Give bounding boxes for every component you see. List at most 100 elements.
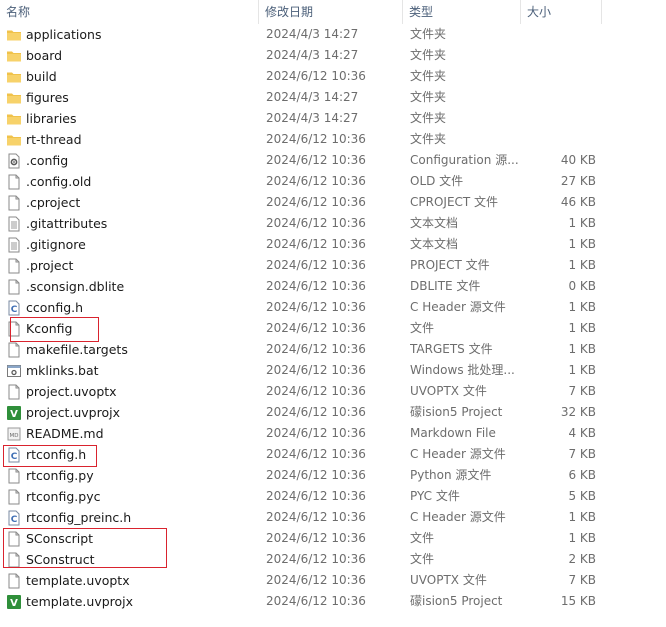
file-name: applications bbox=[26, 27, 102, 42]
file-name: figures bbox=[26, 90, 69, 105]
c-header-icon: C bbox=[6, 447, 22, 463]
file-row[interactable]: .config 2024/6/12 10:36 Configuration 源...… bbox=[0, 150, 666, 171]
file-size bbox=[520, 66, 596, 87]
file-name: project.uvoptx bbox=[26, 384, 117, 399]
folder-icon bbox=[6, 69, 22, 85]
file-row[interactable]: Vtemplate.uvprojx 2024/6/12 10:36 礞ision5 … bbox=[0, 591, 666, 612]
file-row[interactable]: .gitignore 2024/6/12 10:36 文本文档 1 KB bbox=[0, 234, 666, 255]
file-type: 文件 bbox=[410, 321, 435, 335]
file-modified-date: 2024/6/12 10:36 bbox=[266, 195, 366, 209]
file-type: C Header 源文件 bbox=[410, 300, 506, 314]
file-icon bbox=[6, 531, 22, 547]
file-type: C Header 源文件 bbox=[410, 447, 506, 461]
file-row[interactable]: SConstruct 2024/6/12 10:36 文件 2 KB bbox=[0, 549, 666, 570]
file-name: .gitignore bbox=[26, 237, 86, 252]
file-size: 7 KB bbox=[568, 384, 596, 398]
file-row[interactable]: figures 2024/4/3 14:27 文件夹 bbox=[0, 87, 666, 108]
file-type: UVOPTX 文件 bbox=[410, 384, 487, 398]
batch-file-icon bbox=[6, 363, 22, 379]
file-name: rt-thread bbox=[26, 132, 82, 147]
file-size: 27 KB bbox=[560, 174, 596, 188]
file-row[interactable]: SConscript 2024/6/12 10:36 文件 1 KB bbox=[0, 528, 666, 549]
file-icon bbox=[6, 342, 22, 358]
file-icon bbox=[6, 258, 22, 274]
svg-text:C: C bbox=[11, 305, 18, 315]
file-row[interactable]: .project 2024/6/12 10:36 PROJECT 文件 1 KB bbox=[0, 255, 666, 276]
file-icon bbox=[6, 489, 22, 505]
file-row[interactable]: Crtconfig.h 2024/6/12 10:36 C Header 源文件 7 … bbox=[0, 444, 666, 465]
column-header-size[interactable]: 大小 bbox=[521, 0, 601, 24]
file-name: README.md bbox=[26, 426, 104, 441]
file-size: 1 KB bbox=[568, 300, 596, 314]
file-row[interactable]: rtconfig.py 2024/6/12 10:36 Python 源文件 6 KB bbox=[0, 465, 666, 486]
file-type: Markdown File bbox=[410, 426, 496, 440]
file-row[interactable]: project.uvoptx 2024/6/12 10:36 UVOPTX 文件 7 … bbox=[0, 381, 666, 402]
file-name: makefile.targets bbox=[26, 342, 128, 357]
svg-text:V: V bbox=[10, 598, 18, 609]
file-modified-date: 2024/6/12 10:36 bbox=[266, 279, 366, 293]
file-size: 32 KB bbox=[560, 405, 596, 419]
file-row[interactable]: .gitattributes 2024/6/12 10:36 文本文档 1 KB bbox=[0, 213, 666, 234]
file-name: SConstruct bbox=[26, 552, 95, 567]
file-size: 5 KB bbox=[568, 489, 596, 503]
file-row[interactable]: libraries 2024/4/3 14:27 文件夹 bbox=[0, 108, 666, 129]
file-row[interactable]: makefile.targets 2024/6/12 10:36 TARGETS 文… bbox=[0, 339, 666, 360]
file-name: project.uvprojx bbox=[26, 405, 120, 420]
file-type: Windows 批处理... bbox=[410, 363, 515, 377]
file-size: 4 KB bbox=[568, 426, 596, 440]
file-row[interactable]: Kconfig 2024/6/12 10:36 文件 1 KB bbox=[0, 318, 666, 339]
file-modified-date: 2024/4/3 14:27 bbox=[266, 27, 359, 41]
file-type: TARGETS 文件 bbox=[410, 342, 493, 356]
file-icon bbox=[6, 174, 22, 190]
file-row[interactable]: rtconfig.pyc 2024/6/12 10:36 PYC 文件 5 KB bbox=[0, 486, 666, 507]
file-modified-date: 2024/6/12 10:36 bbox=[266, 216, 366, 230]
file-modified-date: 2024/6/12 10:36 bbox=[266, 237, 366, 251]
file-row[interactable]: rt-thread 2024/6/12 10:36 文件夹 bbox=[0, 129, 666, 150]
file-type: 文本文档 bbox=[410, 216, 459, 230]
column-header-type[interactable]: 类型 bbox=[403, 0, 520, 24]
file-row[interactable]: board 2024/4/3 14:27 文件夹 bbox=[0, 45, 666, 66]
file-row[interactable]: Vproject.uvprojx 2024/6/12 10:36 礞ision5 P… bbox=[0, 402, 666, 423]
text-file-icon bbox=[6, 237, 22, 253]
column-header-date[interactable]: 修改日期 bbox=[259, 0, 402, 24]
file-row[interactable]: mklinks.bat 2024/6/12 10:36 Windows 批处理...… bbox=[0, 360, 666, 381]
file-row[interactable]: template.uvoptx 2024/6/12 10:36 UVOPTX 文件 7… bbox=[0, 570, 666, 591]
file-size bbox=[520, 108, 596, 129]
file-type: 礞ision5 Project bbox=[410, 594, 503, 608]
folder-icon bbox=[6, 48, 22, 64]
file-type: CPROJECT 文件 bbox=[410, 195, 499, 209]
file-name: build bbox=[26, 69, 57, 84]
file-row[interactable]: MD README.md 2024/6/12 10:36 Markdown File 4… bbox=[0, 423, 666, 444]
file-row[interactable]: Ccconfig.h 2024/6/12 10:36 C Header 源文件 1 K… bbox=[0, 297, 666, 318]
file-modified-date: 2024/6/12 10:36 bbox=[266, 594, 366, 608]
file-type: 文件夹 bbox=[410, 69, 447, 83]
file-icon bbox=[6, 321, 22, 337]
file-row[interactable]: .config.old 2024/6/12 10:36 OLD 文件 27 KB bbox=[0, 171, 666, 192]
column-header-size-label: 大小 bbox=[527, 5, 552, 19]
file-row[interactable]: build 2024/6/12 10:36 文件夹 bbox=[0, 66, 666, 87]
file-size bbox=[520, 24, 596, 45]
svg-text:V: V bbox=[10, 409, 18, 420]
file-icon bbox=[6, 573, 22, 589]
column-header-name-label: 名称 bbox=[6, 5, 31, 19]
file-row[interactable]: Crtconfig_preinc.h 2024/6/12 10:36 C Heade… bbox=[0, 507, 666, 528]
file-name: SConscript bbox=[26, 531, 94, 546]
file-size: 1 KB bbox=[568, 342, 596, 356]
file-size: 7 KB bbox=[568, 447, 596, 461]
file-size: 1 KB bbox=[568, 363, 596, 377]
file-type: 文件 bbox=[410, 552, 435, 566]
file-name: .gitattributes bbox=[26, 216, 108, 231]
file-size bbox=[520, 87, 596, 108]
file-name: rtconfig_preinc.h bbox=[26, 510, 132, 525]
file-row[interactable]: .cproject 2024/6/12 10:36 CPROJECT 文件 46 KB bbox=[0, 192, 666, 213]
file-type: 礞ision5 Project bbox=[410, 405, 503, 419]
file-modified-date: 2024/6/12 10:36 bbox=[266, 174, 366, 188]
column-divider[interactable] bbox=[601, 0, 602, 24]
file-row[interactable]: .sconsign.dblite 2024/6/12 10:36 DBLITE 文件… bbox=[0, 276, 666, 297]
file-type: 文件夹 bbox=[410, 48, 447, 62]
file-row[interactable]: applications 2024/4/3 14:27 文件夹 bbox=[0, 24, 666, 45]
file-size: 6 KB bbox=[568, 468, 596, 482]
file-modified-date: 2024/6/12 10:36 bbox=[266, 153, 366, 167]
file-type: PROJECT 文件 bbox=[410, 258, 490, 272]
text-file-icon bbox=[6, 216, 22, 232]
